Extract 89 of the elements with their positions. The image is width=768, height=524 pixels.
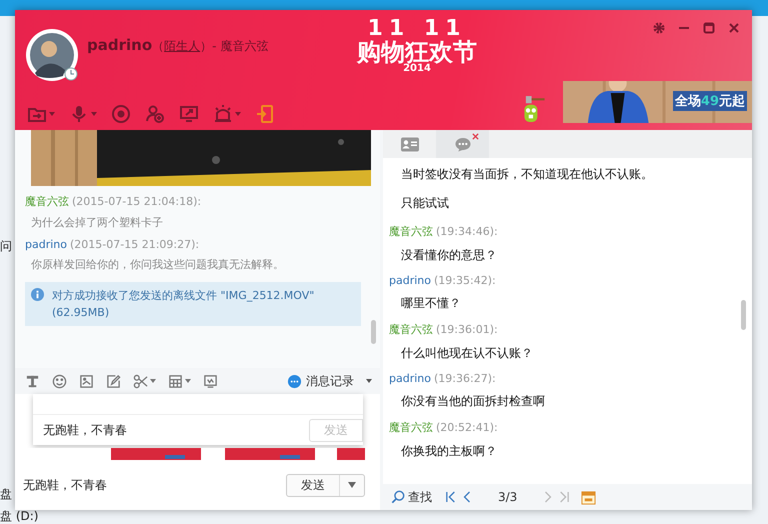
- scrollbar-thumb[interactable]: [741, 300, 746, 330]
- screen-icon: [203, 374, 218, 388]
- search-button[interactable]: 查找: [391, 488, 432, 506]
- alarm-icon: [213, 104, 233, 124]
- ad-banner[interactable]: 全场49元起: [562, 81, 752, 123]
- logo-title: 购物狂欢节: [357, 40, 477, 64]
- message-text: 为什么会掉了两个塑料卡子: [31, 215, 164, 230]
- signature-text: 无跑鞋，不青春: [43, 422, 127, 438]
- tool-button[interactable]: [145, 104, 165, 124]
- banner-text: 全场49元起: [672, 91, 747, 111]
- message-text: 哪里不懂？: [401, 295, 462, 312]
- previous-page-icon[interactable]: [462, 491, 472, 503]
- message-text: 没看懂你的意思？: [401, 247, 498, 264]
- message-time: (19:35:42):: [434, 274, 496, 287]
- tool-button[interactable]: [255, 104, 275, 124]
- info-icon: [31, 288, 44, 301]
- last-page-icon[interactable]: [559, 491, 570, 503]
- message-text: 当时签收没有当面拆，不知道现在他认不认账。: [401, 166, 654, 183]
- caret-icon: [91, 112, 97, 116]
- logo-year: 2014: [403, 64, 431, 74]
- sender-name: 魔音六弦: [389, 225, 433, 238]
- sender-name: 魔音六弦: [389, 323, 433, 336]
- message-text: 你换我的主板啊？: [401, 443, 498, 460]
- scissors-icon: [133, 374, 148, 388]
- chat-tab[interactable]: [436, 130, 489, 158]
- contact-name: padrino: [87, 36, 152, 54]
- caret-icon: [49, 112, 55, 116]
- calculator-icon: [168, 374, 183, 388]
- contact-card-icon: [400, 136, 418, 152]
- message-time: (19:36:27):: [434, 372, 496, 385]
- search-icon: [391, 490, 405, 504]
- caret-icon: [185, 379, 191, 383]
- desktop-text: 问: [0, 238, 12, 255]
- desktop-text: 盘: [0, 486, 12, 503]
- settings-icon[interactable]: [653, 22, 665, 34]
- tool-button[interactable]: [52, 374, 67, 388]
- caret-icon[interactable]: [366, 379, 372, 383]
- screen-icon: [179, 104, 199, 124]
- tool-button[interactable]: [25, 374, 40, 388]
- add-person-icon: [145, 104, 165, 124]
- emoji-icon: [52, 374, 67, 388]
- sender-name: padrino: [389, 372, 431, 385]
- sender-name: 魔音六弦: [25, 195, 69, 208]
- caret-icon[interactable]: [348, 482, 356, 488]
- tool-button[interactable]: [133, 374, 156, 388]
- font-icon: [25, 374, 40, 388]
- sender-name: 魔音六弦: [389, 421, 433, 434]
- message-text: 什么叫他现在认不认账？: [401, 345, 534, 362]
- image-icon: [79, 374, 94, 388]
- tool-button[interactable]: [203, 374, 218, 388]
- avatar-icon[interactable]: [25, 28, 79, 82]
- notice-text: 对方成功接收了您发送的离线文件 "IMG_2512.MOV" (62.95MB): [52, 288, 316, 322]
- edit-icon: [106, 374, 121, 388]
- message-time: (19:34:46):: [436, 225, 498, 238]
- input-text[interactable]: 无跑鞋，不青春: [23, 476, 107, 494]
- message-text: 你原样发回给你的，你问我这些问题我真无法解释。: [31, 257, 285, 272]
- tool-button[interactable]: [79, 374, 94, 388]
- next-page-icon[interactable]: [543, 491, 554, 503]
- maximize-icon[interactable]: [703, 22, 715, 34]
- caret-icon: [150, 379, 156, 383]
- sender-name: padrino: [389, 274, 431, 287]
- phone-icon: [255, 104, 275, 124]
- message-time: (2015-07-15 21:04:18):: [72, 195, 202, 208]
- tool-button[interactable]: [213, 104, 241, 124]
- message-text: 你没有当他的面拆封检查啊: [401, 393, 546, 410]
- camera-icon: [111, 104, 131, 124]
- scrollbar-thumb[interactable]: [371, 320, 376, 344]
- history-button[interactable]: 消息记录: [287, 372, 354, 390]
- calendar-icon[interactable]: [581, 490, 596, 504]
- close-icon[interactable]: [728, 22, 740, 34]
- page-number: 3/3: [498, 490, 518, 504]
- message-time: (19:36:01):: [436, 323, 498, 336]
- tool-button[interactable]: [168, 374, 191, 388]
- message-text: 只能试试: [401, 195, 450, 212]
- group-text: ）- 魔音六弦: [200, 38, 268, 55]
- message-time: (20:52:41):: [436, 421, 498, 434]
- message-time: (2015-07-15 21:09:27):: [70, 238, 200, 251]
- tool-button[interactable]: [179, 104, 199, 124]
- sender-name: padrino: [25, 238, 67, 251]
- first-page-icon[interactable]: [446, 491, 456, 503]
- close-icon[interactable]: [472, 133, 479, 140]
- logo-number: 11 11: [368, 18, 466, 40]
- chat-bubble-icon: [287, 374, 302, 388]
- tool-button[interactable]: [106, 374, 121, 388]
- chat-bubble-icon: [454, 136, 472, 152]
- tool-button[interactable]: [111, 104, 131, 124]
- bracket-text: （: [152, 38, 164, 55]
- caret-icon: [235, 112, 241, 116]
- desktop-text: 盘 (D:): [0, 508, 38, 524]
